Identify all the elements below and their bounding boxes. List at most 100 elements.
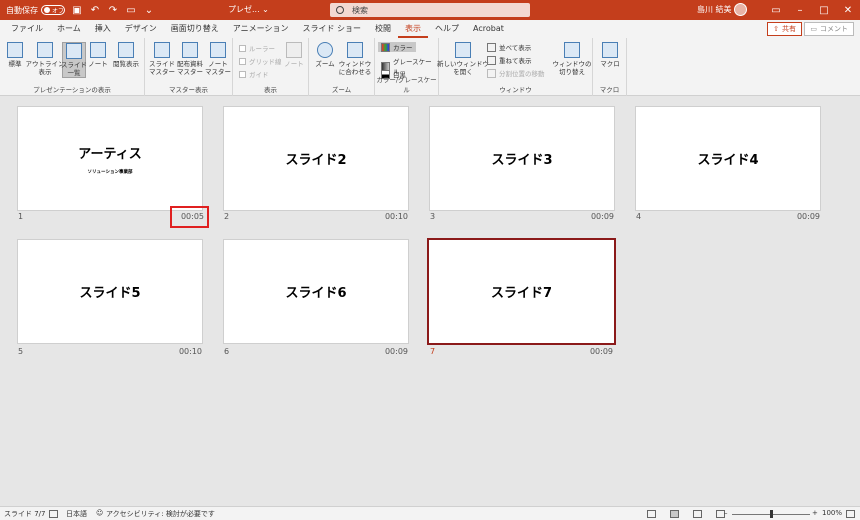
zoom-button[interactable]: ズーム [313, 42, 337, 68]
slide-master-button[interactable]: スライド マスター [149, 42, 175, 76]
avatar[interactable] [734, 3, 747, 16]
customize-quick-access-icon[interactable]: ⌄ [143, 4, 155, 16]
share-icon: ⇧ [773, 25, 779, 33]
color-button[interactable]: カラー [378, 42, 416, 52]
spellcheck-icon[interactable] [49, 510, 58, 518]
slide-timing: 00:10 [384, 212, 408, 221]
zoom-in-icon[interactable]: + [812, 509, 818, 517]
timing-highlight [170, 206, 209, 228]
slide-title: アーティス [78, 146, 142, 162]
group-label: ウィンドウ [499, 86, 532, 94]
slide-number: 7 [430, 347, 436, 356]
outline-view-icon [37, 42, 53, 58]
autosave-label: 自動保存 [6, 5, 38, 15]
slide-number: 5 [18, 347, 24, 356]
slide-sorter-status-icon[interactable] [670, 510, 679, 518]
zoom-out-icon[interactable]: – [724, 509, 728, 517]
tab-help[interactable]: ヘルプ [428, 20, 466, 38]
comment-button[interactable]: ▭ コメント [804, 22, 854, 36]
gridlines-checkbox[interactable]: グリッド線 [239, 56, 282, 66]
maximize-icon[interactable]: □ [812, 0, 836, 20]
tab-transitions[interactable]: 画面切り替え [164, 20, 226, 38]
search-icon [336, 6, 344, 14]
slide-timing: 00:09 [589, 347, 613, 356]
arrange-all-button[interactable]: 並べて表示 [487, 42, 531, 52]
comment-label: コメント [820, 25, 848, 33]
document-title[interactable]: プレゼ... ⌄ [228, 4, 269, 15]
search-input[interactable]: 検索 [330, 3, 530, 17]
fit-window-icon [347, 42, 363, 58]
macro-button[interactable]: マクロ [598, 42, 622, 68]
slide-thumbnail-5[interactable]: スライド5 [17, 239, 203, 344]
slide-thumbnail-2[interactable]: スライド2 [223, 106, 409, 211]
tab-insert[interactable]: 挿入 [88, 20, 118, 38]
cascade-icon [487, 55, 496, 65]
present-icon[interactable]: ▭ [125, 4, 137, 16]
zoom-slider-thumb[interactable] [770, 510, 773, 518]
notes-page-icon [90, 42, 106, 58]
autosave-toggle[interactable]: オフ [41, 5, 65, 15]
group-presentation-views: 標準 アウトライン 表示 スライド 一覧 ノート 閲覧表示 プレゼンテーションの… [0, 38, 145, 96]
reading-view-icon [118, 42, 134, 58]
move-split-label: 分割位置の移動 [499, 70, 545, 78]
undo-icon[interactable]: ↶ [89, 4, 101, 16]
slide-thumbnail-1[interactable]: アーティス ソリューション事業部 [17, 106, 203, 211]
move-split-icon [487, 68, 496, 78]
handout-master-button[interactable]: 配布資料 マスター [176, 42, 204, 76]
language-indicator[interactable]: 日本語 [66, 509, 87, 519]
normal-view-label: 標準 [8, 60, 22, 68]
normal-view-button[interactable]: 標準 [4, 42, 26, 68]
ribbon-display-icon[interactable]: ▭ [764, 0, 788, 20]
redo-icon[interactable]: ↷ [107, 4, 119, 16]
fit-to-window-button[interactable]: ウィンドウ に合わせる [337, 42, 373, 76]
handout-master-icon [182, 42, 198, 58]
normal-view-status-icon[interactable] [647, 510, 656, 518]
guides-checkbox[interactable]: ガイド [239, 69, 269, 79]
slide-thumbnail-6[interactable]: スライド6 [223, 239, 409, 344]
arrange-all-icon [487, 42, 496, 52]
notes-toggle-button[interactable]: ノート [283, 42, 305, 68]
slide-title: スライド6 [285, 286, 347, 301]
notes-page-button[interactable]: ノート [88, 42, 108, 68]
move-split-button[interactable]: 分割位置の移動 [487, 68, 545, 78]
new-window-button[interactable]: 新しいウィンドウ を開く [437, 42, 489, 76]
tab-design[interactable]: デザイン [118, 20, 164, 38]
switch-windows-button[interactable]: ウィンドウの 切り替え [553, 42, 592, 76]
outline-view-button[interactable]: アウトライン 表示 [26, 42, 65, 76]
tab-slideshow[interactable]: スライド ショー [295, 20, 368, 38]
reading-view-status-icon[interactable] [693, 510, 702, 518]
share-button[interactable]: ⇧ 共有 [767, 22, 802, 36]
group-show: ルーラー グリッド線 ガイド ノート 表示 [233, 38, 309, 96]
tab-acrobat[interactable]: Acrobat [466, 20, 511, 38]
accessibility-status[interactable]: アクセシビリティ: 検討が必要です [106, 509, 215, 519]
reading-view-button[interactable]: 閲覧表示 [110, 42, 142, 68]
ruler-checkbox[interactable]: ルーラー [239, 43, 275, 53]
cascade-button[interactable]: 重ねて表示 [487, 55, 532, 65]
minimize-icon[interactable]: – [788, 0, 812, 20]
tab-file[interactable]: ファイル [4, 20, 50, 38]
group-master-views: スライド マスター 配布資料 マスター ノート マスター マスター表示 [145, 38, 233, 96]
color-label: カラー [393, 44, 413, 52]
switch-windows-icon [564, 42, 580, 58]
slide-sorter-button[interactable]: スライド 一覧 [61, 42, 87, 78]
tab-home[interactable]: ホーム [50, 20, 88, 38]
group-label: 表示 [264, 86, 277, 94]
tab-review[interactable]: 校閲 [368, 20, 398, 38]
slide-thumbnail-7[interactable]: スライド7 [427, 238, 616, 345]
slide-thumbnail-4[interactable]: スライド4 [635, 106, 821, 211]
slide-title: スライド7 [490, 286, 553, 301]
slide-thumbnail-3[interactable]: スライド3 [429, 106, 615, 211]
zoom-level[interactable]: 100% [822, 509, 842, 517]
autosave-control[interactable]: 自動保存 オフ [6, 5, 65, 16]
notes-master-button[interactable]: ノート マスター [205, 42, 231, 76]
close-icon[interactable]: ✕ [836, 0, 860, 20]
group-label: ズーム [331, 86, 352, 94]
tab-animations[interactable]: アニメーション [226, 20, 296, 38]
tab-view[interactable]: 表示 [398, 20, 428, 38]
notes-icon [286, 42, 302, 58]
slide-sorter-icon [66, 43, 82, 59]
save-icon[interactable]: ▣ [71, 4, 83, 16]
fit-slide-icon[interactable] [846, 510, 855, 518]
ribbon: 標準 アウトライン 表示 スライド 一覧 ノート 閲覧表示 プレゼンテーションの… [0, 38, 860, 96]
macro-icon [602, 42, 618, 58]
